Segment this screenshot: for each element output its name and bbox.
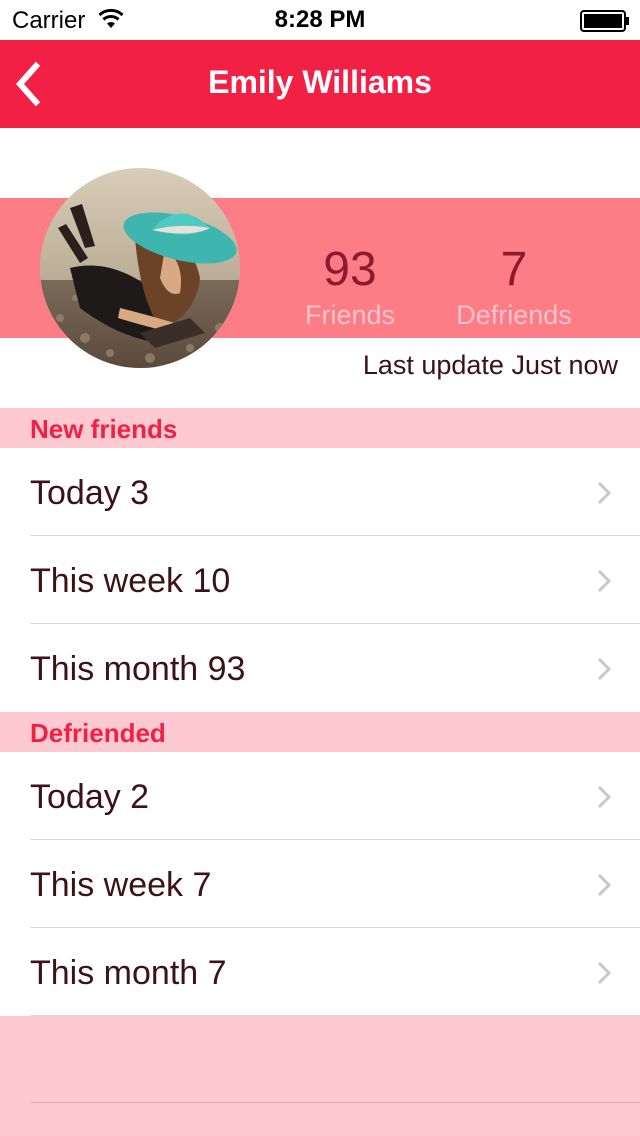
- section-header-defriended: Defriended: [0, 712, 640, 752]
- status-bar: Carrier 8:28 PM: [0, 0, 640, 40]
- section-title: Defriended: [30, 718, 166, 748]
- avatar: [40, 168, 240, 368]
- list-item-label: Today 3: [30, 474, 150, 512]
- page-title: Emily Williams: [208, 64, 432, 100]
- list-item-new-this-week[interactable]: This week 10: [0, 536, 640, 624]
- battery-icon: [580, 10, 629, 32]
- list-item-label: This week 10: [30, 562, 231, 600]
- chevron-right-icon: [597, 873, 612, 897]
- list-item-new-today[interactable]: Today 3: [0, 448, 640, 536]
- list-item-label: This month 93: [30, 650, 246, 688]
- chevron-right-icon: [597, 657, 612, 681]
- list-item-defriended-today[interactable]: Today 2: [0, 752, 640, 840]
- defriends-label: Defriends: [456, 300, 572, 330]
- list-item-label: This week 7: [30, 866, 212, 904]
- defriends-count: 7: [500, 243, 528, 296]
- status-time: 8:28 PM: [274, 6, 366, 33]
- avatar-image: [40, 168, 240, 368]
- chevron-right-icon: [597, 481, 612, 505]
- divider: [30, 1102, 640, 1103]
- list-item-defriended-this-month[interactable]: This month 7: [0, 928, 640, 1016]
- friends-stat: 93 Friends: [260, 244, 440, 331]
- section-title: New friends: [30, 414, 178, 444]
- list-item-new-this-month[interactable]: This month 93: [0, 624, 640, 712]
- chevron-right-icon: [597, 785, 612, 809]
- defriends-stat: 7 Defriends: [424, 244, 604, 331]
- last-update-text: Last update Just now: [362, 350, 618, 380]
- empty-table-area: [0, 1016, 640, 1136]
- list-item-defriended-this-week[interactable]: This week 7: [0, 840, 640, 928]
- friends-count: 93: [323, 243, 377, 296]
- navigation-bar: Emily Williams: [0, 40, 640, 128]
- chevron-right-icon: [597, 961, 612, 985]
- friends-label: Friends: [304, 300, 396, 330]
- chevron-right-icon: [597, 569, 612, 593]
- section-header-new-friends: New friends: [0, 408, 640, 448]
- list-item-label: Today 2: [30, 778, 150, 816]
- list-item-label: This month 7: [30, 954, 227, 992]
